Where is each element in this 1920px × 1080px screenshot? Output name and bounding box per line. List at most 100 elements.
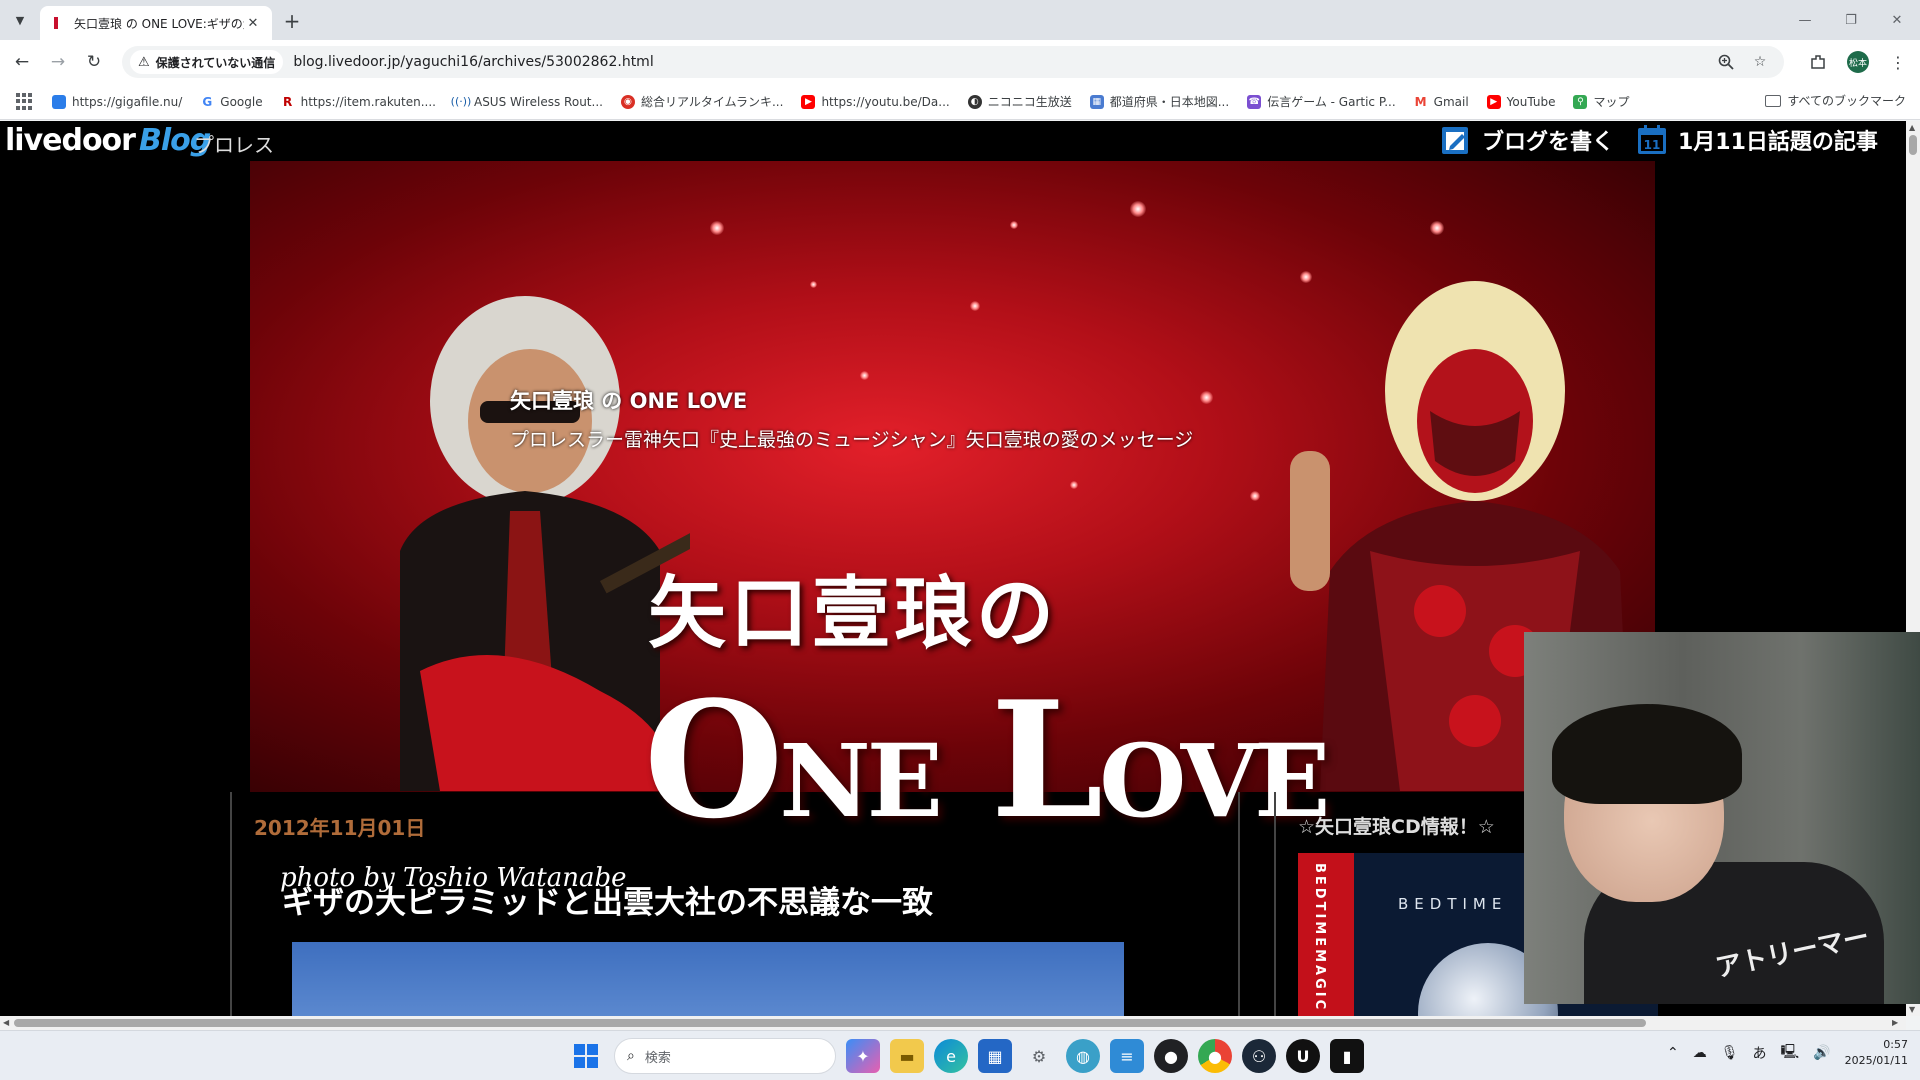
bookmark-asus-router[interactable]: ((·)) ASUS Wireless Rout...	[451, 94, 603, 109]
notepad-icon[interactable]: ≡	[1110, 1039, 1144, 1073]
svg-text:11: 11	[1644, 138, 1661, 152]
system-tray: ⌃ ☁ 🎙 あ 🖳 🔊 0:57 2025/01/11	[1667, 1037, 1908, 1069]
obs-studio-icon[interactable]: ●	[1154, 1039, 1188, 1073]
clock-time: 0:57	[1883, 1038, 1908, 1051]
youtube-icon: ▶	[801, 94, 816, 109]
menu-kebab-icon[interactable]: ⋮	[1884, 48, 1912, 76]
file-explorer-icon[interactable]: ▬	[890, 1039, 924, 1073]
scroll-right-icon[interactable]: ▶	[1892, 1018, 1898, 1027]
edge-browser-icon[interactable]: e	[934, 1039, 968, 1073]
gartic-icon: ☎	[1247, 94, 1262, 109]
bookmark-rakuten[interactable]: Rhttps://item.rakuten....	[280, 94, 436, 109]
horizontal-scrollbar[interactable]: ◀ ▶	[0, 1016, 1906, 1030]
sidebar-cd-title: ☆矢口壹琅CD情報！☆	[1298, 816, 1495, 838]
unreal-engine-icon[interactable]: U	[1286, 1039, 1320, 1073]
windows-start-icon[interactable]	[568, 1038, 604, 1074]
tab-title: 矢口壹琅 の ONE LOVE:ギザの大	[74, 16, 244, 31]
security-label: 保護されていない通信	[155, 55, 276, 70]
chrome-icon[interactable]: ●	[1198, 1039, 1232, 1073]
volume-icon[interactable]: 🔊	[1813, 1045, 1830, 1061]
close-window-icon[interactable]: ✕	[1874, 0, 1920, 40]
extensions-icon[interactable]	[1804, 48, 1832, 76]
reload-icon[interactable]: ↻	[80, 48, 108, 76]
network-globe-icon[interactable]: ◍	[1066, 1039, 1100, 1073]
url-text[interactable]: blog.livedoor.jp/yaguchi16/archives/5300…	[293, 54, 653, 70]
bookmark-label: マップ	[1593, 95, 1630, 109]
cd-band-text: BEDTIMEMAGIC	[1312, 863, 1327, 1013]
bookmark-label: 都道府県・日本地図...	[1109, 95, 1230, 109]
scroll-down-icon[interactable]: ▼	[1909, 1005, 1915, 1014]
steam-icon[interactable]: ⚇	[1242, 1039, 1276, 1073]
trending-articles-link[interactable]: 11 1月11日話題の記事	[1636, 124, 1878, 156]
horizontal-scroll-thumb[interactable]	[14, 1019, 1646, 1027]
address-bar[interactable]: ⚠ 保護されていない通信 blog.livedoor.jp/yaguchi16/…	[122, 46, 1784, 78]
bookmark-google[interactable]: G Google	[200, 94, 263, 109]
post-title[interactable]: ギザの大ピラミッドと出雲大社の不思議な一致	[282, 877, 933, 922]
folder-icon	[1765, 94, 1782, 107]
tray-overflow-icon[interactable]: ⌃	[1667, 1045, 1679, 1061]
onedrive-icon[interactable]: ☁	[1693, 1045, 1707, 1061]
vertical-scroll-thumb[interactable]	[1909, 135, 1917, 155]
bookmark-label: ASUS Wireless Rout...	[473, 94, 603, 109]
clock-date: 2025/01/11	[1844, 1054, 1908, 1067]
settings-gear-icon[interactable]: ⚙	[1022, 1039, 1056, 1073]
livedoor-favicon-icon	[50, 16, 64, 30]
write-blog-label: ブログを書く	[1482, 130, 1615, 155]
microphone-icon[interactable]: 🎙	[1721, 1045, 1739, 1061]
search-placeholder: 検索	[644, 1050, 671, 1066]
zoom-icon[interactable]	[1714, 50, 1738, 74]
category-link[interactable]: プロレス	[194, 129, 274, 158]
taskbar-search-box[interactable]: ⌕ 検索	[614, 1038, 836, 1074]
ime-indicator[interactable]: あ	[1752, 1043, 1766, 1063]
ranking-icon: ◉	[620, 94, 635, 109]
rakuten-icon: R	[280, 94, 295, 109]
profile-avatar[interactable]: 松本	[1844, 48, 1872, 76]
network-icon[interactable]: 🖳	[1780, 1041, 1799, 1065]
livedoor-blog-logo[interactable]: livedoor Blog	[5, 123, 211, 158]
cd-title-text: BEDTIME	[1398, 895, 1508, 913]
bookmark-star-icon[interactable]: ☆	[1748, 50, 1772, 74]
microsoft-store-icon[interactable]: ▦	[978, 1039, 1012, 1073]
tab-close-icon[interactable]: ✕	[244, 14, 262, 32]
logo-livedoor: livedoor	[5, 123, 136, 158]
new-tab-button[interactable]: +	[280, 9, 304, 33]
blog-title[interactable]: 矢口壹琅 の ONE LOVE	[510, 385, 747, 415]
livedoor-header: livedoor Blog プロレス ブログを書く 11 1月11日話題の記事	[0, 121, 1906, 161]
taskbar-clock[interactable]: 0:57 2025/01/11	[1845, 1037, 1908, 1069]
guitarist-photo	[400, 296, 690, 791]
profile-initials: 松本	[1847, 51, 1869, 73]
terminal-icon[interactable]: ▮	[1330, 1039, 1364, 1073]
copilot-icon[interactable]: ✦	[846, 1039, 880, 1073]
warning-triangle-icon: ⚠	[138, 54, 150, 70]
apps-grid-icon[interactable]	[16, 92, 34, 111]
restore-icon[interactable]: ❐	[1828, 0, 1874, 40]
forward-arrow-icon[interactable]: →	[44, 48, 72, 76]
gmail-icon: M	[1413, 94, 1428, 109]
write-blog-link[interactable]: ブログを書く	[1440, 124, 1614, 156]
bookmark-youtu-be[interactable]: ▶ https://youtu.be/Da...	[801, 94, 950, 109]
bookmark-japan-map[interactable]: ▦ 都道府県・日本地図...	[1089, 93, 1230, 110]
tab-search-button[interactable]: ▼	[8, 8, 32, 32]
bookmark-gmail[interactable]: M Gmail	[1413, 94, 1469, 109]
scroll-up-icon[interactable]: ▲	[1909, 123, 1915, 132]
bookmark-maps[interactable]: ⚲ マップ	[1573, 93, 1629, 110]
calendar-icon: 11	[1638, 125, 1666, 154]
bookmark-label: YouTube	[1506, 94, 1556, 109]
post-image[interactable]	[292, 942, 1124, 1016]
security-chip[interactable]: ⚠ 保護されていない通信	[130, 50, 284, 74]
minimize-icon[interactable]: —	[1782, 0, 1828, 40]
bookmark-label: Google	[220, 94, 263, 109]
bookmark-gartic-phone[interactable]: ☎ 伝言ゲーム - Gartic P...	[1247, 93, 1396, 110]
bookmark-niconico-live[interactable]: ◐ ニコニコ生放送	[967, 93, 1072, 110]
browser-toolbar: ← → ↻ ⚠ 保護されていない通信 blog.livedoor.jp/yagu…	[0, 40, 1920, 84]
back-arrow-icon[interactable]: ←	[8, 48, 36, 76]
windows-taskbar: ⌕ 検索 ✦ ▬ e ▦ ⚙ ◍ ≡ ● ● ⚇ U ▮ ⌃ ☁ 🎙 あ 🖳 🔊…	[0, 1030, 1920, 1080]
post-date: 2012年11月01日	[254, 816, 426, 840]
bookmark-realtime-ranking[interactable]: ◉ 総合リアルタイムランキ...	[620, 93, 783, 110]
all-bookmarks[interactable]: すべてのブックマーク	[1765, 92, 1906, 109]
active-tab[interactable]: 矢口壹琅 の ONE LOVE:ギザの大 ✕	[40, 6, 272, 40]
chevron-down-icon: ▼	[15, 13, 25, 27]
scroll-left-icon[interactable]: ◀	[3, 1018, 9, 1027]
bookmark-gigafile[interactable]: https://gigafile.nu/	[52, 94, 182, 109]
bookmark-youtube[interactable]: ▶ YouTube	[1486, 94, 1556, 109]
